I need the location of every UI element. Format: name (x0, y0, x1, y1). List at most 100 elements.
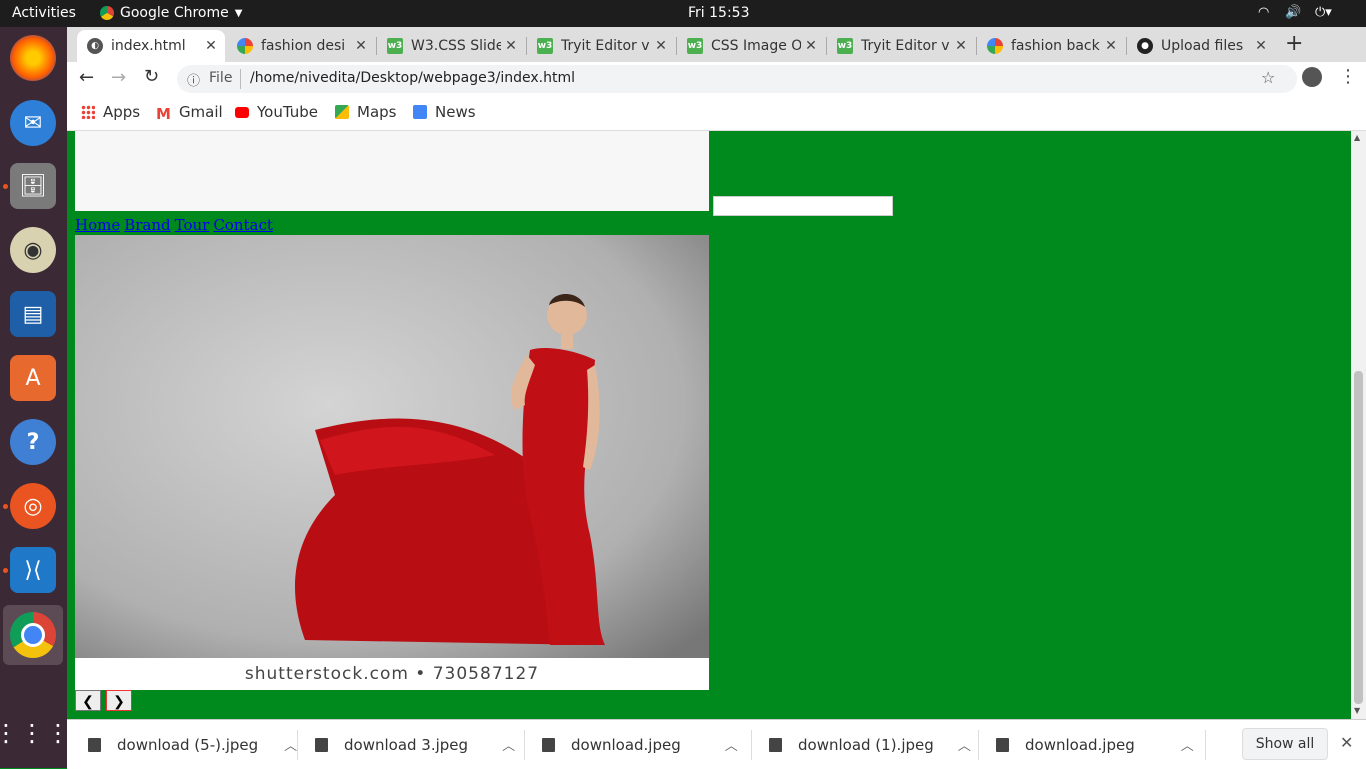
wifi-icon[interactable]: ◠ (1258, 5, 1269, 20)
chevron-up-icon[interactable]: ︿ (725, 735, 738, 754)
bookmark-star-icon[interactable]: ☆ (1261, 68, 1275, 87)
chevron-up-icon[interactable]: ︿ (1181, 735, 1194, 754)
activities-button[interactable]: Activities (12, 5, 76, 21)
close-tab-icon[interactable]: ✕ (951, 38, 971, 54)
download-filename: download (5-).jpeg (117, 735, 259, 754)
scrollbar-thumb[interactable] (1354, 371, 1363, 704)
ubuntu-icon[interactable]: ◎ (10, 483, 56, 529)
firefox-icon[interactable] (10, 35, 56, 81)
app-menu-label: Google Chrome (120, 5, 229, 21)
download-item[interactable]: download (5-).jpeg ︿ (88, 720, 297, 769)
youtube-icon (235, 106, 249, 118)
download-item[interactable]: download 3.jpeg ︿ (315, 720, 515, 769)
power-menu-icon[interactable]: ⏻▾ (1315, 5, 1332, 20)
forward-button[interactable]: → (111, 67, 126, 88)
chevron-up-icon[interactable]: ︿ (284, 735, 297, 754)
back-button[interactable]: ← (79, 67, 94, 88)
new-tab-button[interactable]: + (1285, 31, 1303, 56)
image-watermark-caption: shutterstock.com • 730587127 (75, 658, 709, 690)
bookmark-apps[interactable]: Apps (81, 103, 140, 121)
image-file-icon (88, 737, 101, 752)
close-tab-icon[interactable]: ✕ (201, 38, 221, 54)
tab-css-image[interactable]: w3 CSS Image O ✕ (677, 30, 825, 62)
vscode-icon[interactable]: ⟩⟨ (10, 547, 56, 593)
bookmark-label: YouTube (257, 103, 318, 121)
apps-grid-icon (81, 105, 95, 119)
download-filename: download 3.jpeg (344, 735, 469, 754)
running-indicator (3, 184, 8, 189)
close-download-shelf-icon[interactable]: ✕ (1340, 733, 1353, 752)
rhythmbox-icon[interactable]: ◉ (10, 227, 56, 273)
page-scrollbar[interactable]: ▲ ▼ (1351, 131, 1366, 719)
download-item[interactable]: download.jpeg ︿ (542, 720, 738, 769)
close-tab-icon[interactable]: ✕ (1251, 38, 1271, 54)
bookmark-label: Maps (357, 103, 397, 121)
clock[interactable]: Fri 15:53 (688, 5, 749, 21)
close-tab-icon[interactable]: ✕ (351, 38, 371, 54)
show-applications-icon[interactable]: ⋮⋮⋮ (0, 710, 70, 756)
download-item[interactable]: download.jpeg ︿ (996, 720, 1194, 769)
bookmark-label: News (435, 103, 476, 121)
slideshow-image: shutterstock.com • 730587127 (75, 235, 709, 690)
tab-strip: ◐ index.html ✕ fashion desi ✕ w3 W3.CSS … (67, 27, 1366, 62)
tab-tryit-editor-1[interactable]: w3 Tryit Editor v ✕ (527, 30, 675, 62)
help-icon[interactable]: ? (10, 419, 56, 465)
tab-fashion-background[interactable]: fashion back ✕ (977, 30, 1125, 62)
reload-button[interactable]: ↻ (144, 66, 159, 87)
github-icon: ● (1137, 38, 1153, 54)
close-tab-icon[interactable]: ✕ (501, 38, 521, 54)
close-tab-icon[interactable]: ✕ (1101, 38, 1121, 54)
chevron-up-icon[interactable]: ︿ (958, 735, 971, 754)
slide-next-button[interactable]: ❯ (106, 690, 132, 711)
chevron-down-icon: ▼ (234, 7, 243, 19)
image-file-icon (315, 737, 328, 752)
info-icon[interactable]: ⓘ (187, 70, 200, 89)
scroll-up-icon[interactable]: ▲ (1354, 133, 1360, 142)
close-tab-icon[interactable]: ✕ (801, 38, 821, 54)
download-item[interactable]: download (1).jpeg ︿ (769, 720, 971, 769)
tab-fashion-design[interactable]: fashion desi ✕ (227, 30, 375, 62)
download-separator (1205, 730, 1206, 760)
google-icon (987, 38, 1003, 54)
slide-prev-button[interactable]: ❮ (75, 690, 101, 711)
tab-title: W3.CSS Slide (411, 38, 501, 54)
scroll-down-icon[interactable]: ▼ (1354, 706, 1360, 715)
app-menu[interactable]: Google Chrome ▼ (100, 5, 242, 21)
close-tab-icon[interactable]: ✕ (651, 38, 671, 54)
site-info-label[interactable]: File (209, 70, 232, 86)
tab-title: Upload files (1161, 38, 1244, 54)
tab-tryit-editor-2[interactable]: w3 Tryit Editor v ✕ (827, 30, 975, 62)
red-dress-figure-image (75, 235, 709, 658)
profile-avatar-icon[interactable] (1302, 67, 1322, 87)
bookmark-maps[interactable]: Maps (335, 103, 396, 121)
nav-link-home[interactable]: Home (75, 216, 120, 234)
download-separator (524, 730, 525, 760)
address-bar[interactable]: ⓘ File /home/nivedita/Desktop/webpage3/i… (177, 65, 1297, 93)
files-icon[interactable]: 🗄 (10, 163, 56, 209)
search-input[interactable] (713, 196, 893, 216)
tab-index-html[interactable]: ◐ index.html ✕ (77, 30, 225, 62)
chrome-dock-icon[interactable] (10, 612, 56, 658)
bookmark-news[interactable]: News (413, 103, 476, 121)
chrome-icon (100, 6, 114, 20)
page-viewport: Home Brand Tour Contact shutterstock.com • … (67, 131, 1351, 719)
tab-title: fashion desi (261, 38, 346, 54)
chrome-menu-icon[interactable]: ⋮ (1339, 66, 1357, 87)
show-all-button[interactable]: Show all (1242, 728, 1328, 760)
bookmark-youtube[interactable]: YouTube (235, 103, 318, 121)
download-filename: download.jpeg (1025, 735, 1135, 754)
nav-link-contact[interactable]: Contact (213, 216, 273, 234)
software-center-icon[interactable]: A (10, 355, 56, 401)
thunderbird-icon[interactable]: ✉ (10, 100, 56, 146)
tab-upload-files[interactable]: ● Upload files ✕ (1127, 30, 1275, 62)
tab-w3css-slides[interactable]: w3 W3.CSS Slide ✕ (377, 30, 525, 62)
globe-icon: ◐ (87, 38, 103, 54)
chevron-up-icon[interactable]: ︿ (502, 735, 515, 754)
image-file-icon (542, 737, 555, 752)
volume-icon[interactable]: 🔊 (1285, 5, 1301, 20)
bookmark-gmail[interactable]: M Gmail (156, 103, 223, 123)
url-text[interactable]: /home/nivedita/Desktop/webpage3/index.ht… (250, 70, 575, 86)
nav-link-brand[interactable]: Brand (124, 216, 170, 234)
libreoffice-writer-icon[interactable]: ▤ (10, 291, 56, 337)
nav-link-tour[interactable]: Tour (175, 216, 210, 234)
